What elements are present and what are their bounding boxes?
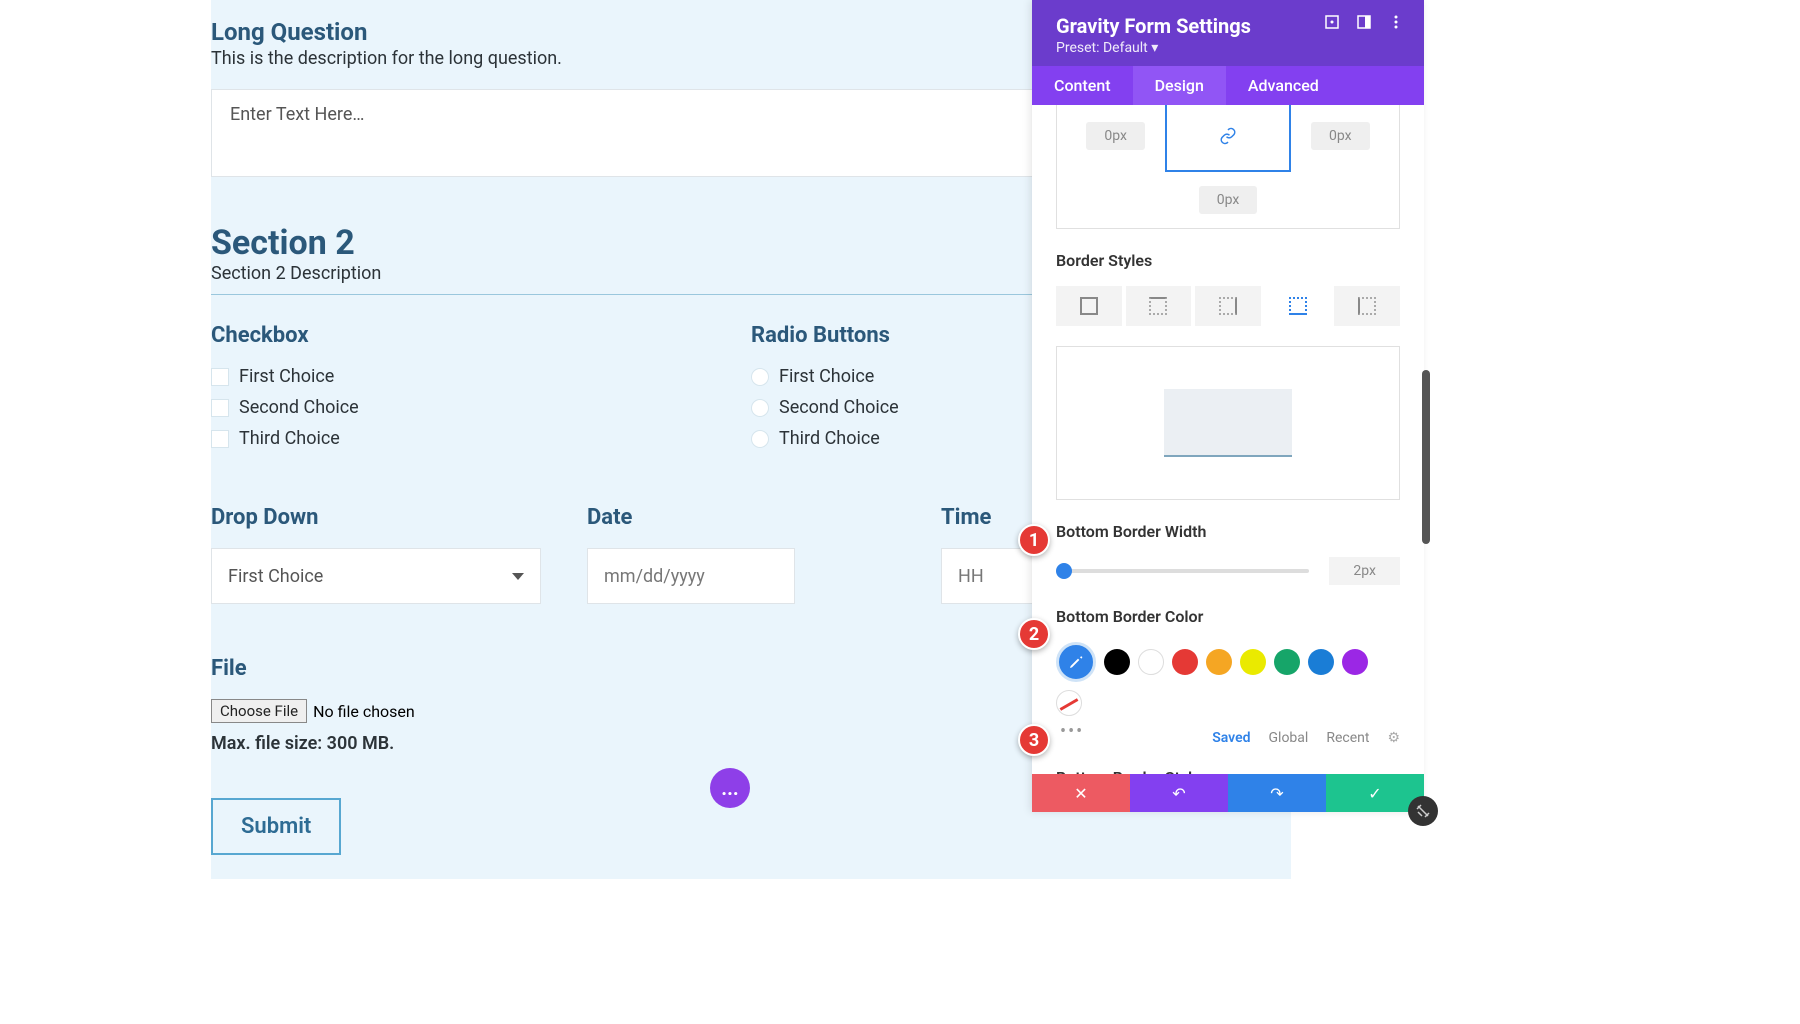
swatch-purple[interactable]	[1342, 649, 1368, 675]
choose-file-button[interactable]: Choose File	[211, 699, 307, 723]
panel-scrollbar[interactable]	[1422, 370, 1430, 544]
border-styles-row	[1056, 286, 1400, 326]
date-input[interactable]: mm/dd/yyyy	[587, 548, 795, 604]
border-style-all[interactable]	[1056, 286, 1122, 326]
panel-footer: ✕ ↶ ↷ ✓	[1032, 774, 1424, 812]
swatch-orange[interactable]	[1206, 649, 1232, 675]
tab-advanced[interactable]: Advanced	[1226, 66, 1341, 105]
checkbox-label: Checkbox	[211, 323, 751, 348]
more-icon[interactable]	[1388, 14, 1404, 30]
color-tab-saved[interactable]: Saved	[1212, 730, 1250, 746]
file-status: No file chosen	[313, 702, 415, 721]
swatch-blue[interactable]	[1308, 649, 1334, 675]
checkbox-3-label: Third Choice	[239, 428, 340, 449]
submit-button[interactable]: Submit	[211, 798, 341, 855]
chevron-down-icon	[512, 573, 524, 580]
gear-icon[interactable]: ⚙	[1387, 730, 1400, 746]
radio-1[interactable]	[751, 368, 769, 386]
panel-header: Gravity Form Settings Preset: Default ▾	[1032, 0, 1424, 66]
border-style-left[interactable]	[1334, 286, 1400, 326]
checkbox-2[interactable]	[211, 399, 229, 417]
undo-button[interactable]: ↶	[1130, 774, 1228, 812]
margin-left-value[interactable]: 0px	[1086, 122, 1145, 150]
border-style-top[interactable]	[1126, 286, 1192, 326]
radio-3[interactable]	[751, 430, 769, 448]
margin-bottom-value[interactable]: 0px	[1199, 186, 1258, 214]
marker-3: 3	[1018, 724, 1050, 756]
radio-2[interactable]	[751, 399, 769, 417]
bbw-slider[interactable]	[1056, 569, 1309, 573]
border-style-bottom[interactable]	[1265, 286, 1331, 326]
slider-thumb[interactable]	[1056, 563, 1072, 579]
bbc-label: Bottom Border Color	[1056, 607, 1400, 626]
more-colors-icon[interactable]: •••	[1060, 721, 1084, 742]
time-hh-input[interactable]: HH	[941, 548, 1039, 604]
color-tab-global[interactable]: Global	[1269, 730, 1309, 746]
link-icon	[1219, 127, 1237, 145]
cancel-button[interactable]: ✕	[1032, 774, 1130, 812]
settings-panel: Gravity Form Settings Preset: Default ▾ …	[1032, 0, 1424, 812]
margin-right-value[interactable]: 0px	[1311, 122, 1370, 150]
radio-1-label: First Choice	[779, 366, 874, 387]
expand-icon[interactable]	[1324, 14, 1340, 30]
panel-title: Gravity Form Settings	[1056, 14, 1251, 38]
color-picker-button[interactable]	[1056, 642, 1096, 682]
border-preview	[1056, 346, 1400, 500]
border-style-right[interactable]	[1195, 286, 1261, 326]
checkbox-1[interactable]	[211, 368, 229, 386]
border-styles-label: Border Styles	[1056, 251, 1400, 270]
tab-design[interactable]: Design	[1133, 66, 1226, 105]
redo-button[interactable]: ↷	[1228, 774, 1326, 812]
radio-2-label: Second Choice	[779, 397, 899, 418]
date-label: Date	[587, 505, 797, 530]
margin-preview: 0px 0px 0px	[1056, 105, 1400, 229]
link-preview-box	[1165, 105, 1291, 172]
swatch-green[interactable]	[1274, 649, 1300, 675]
bbw-value[interactable]: 2px	[1329, 557, 1400, 585]
dropdown-select[interactable]: First Choice	[211, 548, 541, 604]
swatch-none[interactable]	[1056, 690, 1082, 716]
dock-icon[interactable]	[1356, 14, 1372, 30]
color-tab-recent[interactable]: Recent	[1326, 730, 1369, 746]
bbw-label: Bottom Border Width	[1056, 522, 1400, 541]
checkbox-1-label: First Choice	[239, 366, 334, 387]
swatch-black[interactable]	[1104, 649, 1130, 675]
resize-handle[interactable]	[1408, 796, 1438, 826]
checkbox-3[interactable]	[211, 430, 229, 448]
marker-1: 1	[1018, 524, 1050, 556]
tabs: Content Design Advanced	[1032, 66, 1424, 105]
swatch-yellow[interactable]	[1240, 649, 1266, 675]
swatch-white[interactable]	[1138, 649, 1164, 675]
swatch-red[interactable]	[1172, 649, 1198, 675]
bbs-label: Bottom Border Style	[1056, 768, 1400, 774]
marker-2: 2	[1018, 618, 1050, 650]
dropdown-label: Drop Down	[211, 505, 541, 530]
checkbox-2-label: Second Choice	[239, 397, 359, 418]
panel-preset[interactable]: Preset: Default ▾	[1056, 40, 1251, 56]
module-options-fab[interactable]: ...	[710, 768, 750, 808]
radio-3-label: Third Choice	[779, 428, 880, 449]
tab-content[interactable]: Content	[1032, 66, 1133, 105]
